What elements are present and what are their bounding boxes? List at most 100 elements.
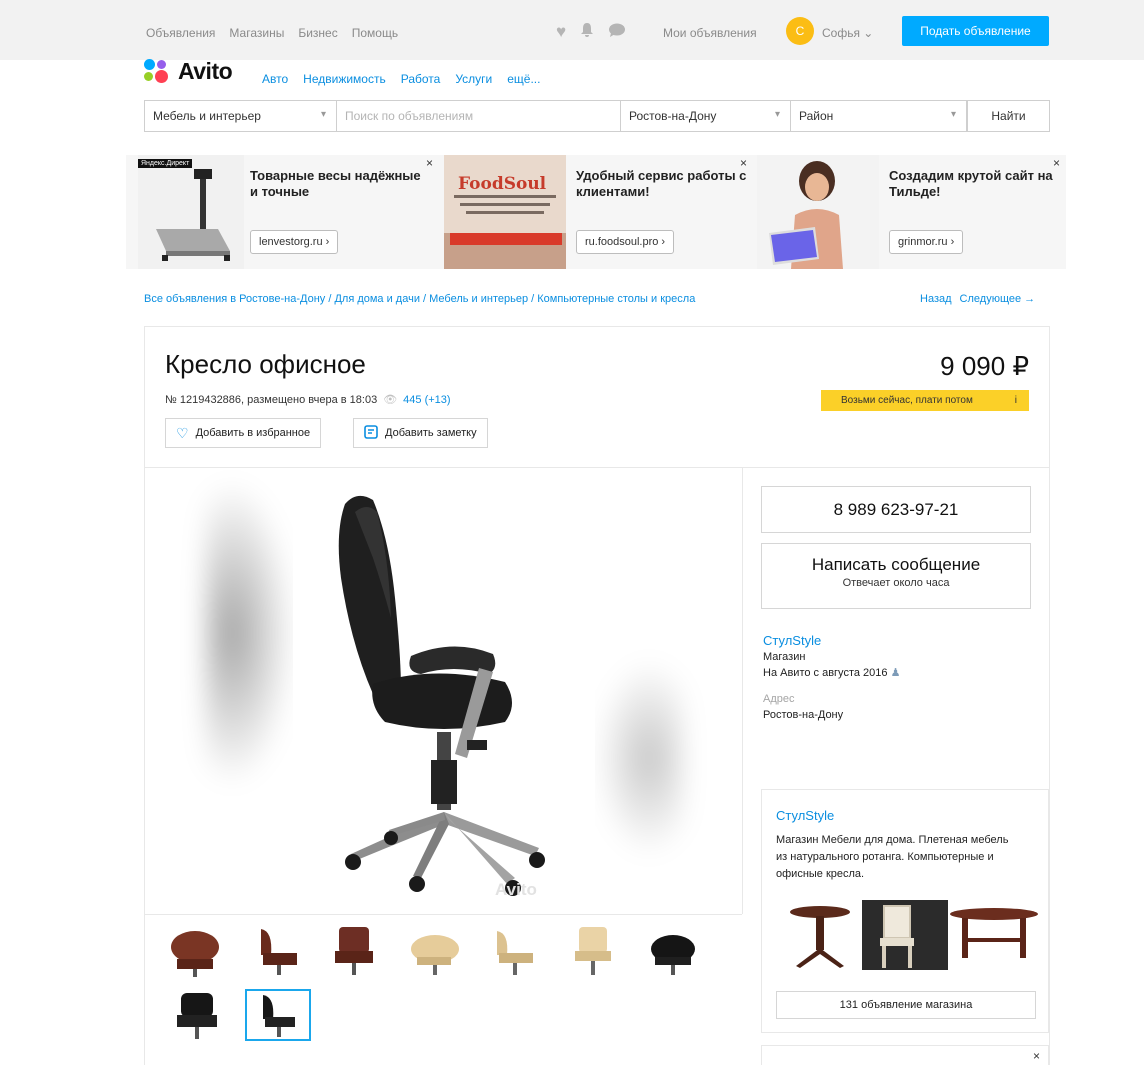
avito-logo[interactable]: Avito (144, 58, 233, 85)
listing-card: Кресло офисное 9 090 ₽ № 1219432886, раз… (144, 326, 1050, 1065)
message-subtitle: Отвечает около часа (842, 577, 950, 589)
close-icon[interactable]: × (1033, 1049, 1040, 1063)
thumbnail[interactable] (165, 989, 231, 1041)
verified-icon: ♟ (890, 667, 901, 679)
heart-outline-icon: ♡ (176, 424, 189, 441)
ad-foodsoul[interactable]: FoodSoul Удобный сервис работы с клиента… (440, 155, 753, 269)
eye-icon: 👁 (383, 394, 398, 406)
cat-auto[interactable]: Авто (262, 72, 288, 86)
ad-link[interactable]: grinmor.ru › (889, 230, 964, 254)
info-icon[interactable]: i (1015, 395, 1017, 406)
ad-title: Товарные весы надёжные и точные (250, 168, 421, 199)
find-button[interactable]: Найти (967, 101, 1049, 131)
divider (145, 914, 742, 915)
add-favorite-button[interactable]: ♡ Добавить в избранное (165, 418, 322, 448)
listing-id-date: № 1219432886, размещено вчера в 18:03 (165, 393, 378, 406)
views-count[interactable]: 445 (+13) (403, 394, 450, 406)
close-icon[interactable]: × (426, 156, 433, 170)
message-title: Написать сообщение (811, 555, 981, 574)
photo-blur-right (595, 658, 685, 858)
user-menu[interactable]: Софья ⌄ (822, 26, 873, 40)
seller-type: Магазин (763, 651, 806, 663)
photo-gallery[interactable]: Avito (145, 468, 742, 914)
seller-name-link[interactable]: СтулStyle (763, 633, 900, 649)
ad-link[interactable]: lenvestorg.ru › (250, 230, 339, 254)
city-select[interactable]: Ростов-на-Дону ▾ (621, 101, 791, 131)
main-photo[interactable] (293, 468, 595, 914)
top-nav-ads[interactable]: Объявления (146, 26, 215, 40)
cat-more[interactable]: ещё... (507, 72, 540, 86)
thumbnail[interactable] (641, 925, 707, 977)
top-nav-business[interactable]: Бизнес (298, 26, 337, 40)
back-link[interactable]: Назад (920, 293, 952, 305)
cat-realty[interactable]: Недвижимость (303, 72, 386, 86)
close-icon[interactable]: × (1053, 156, 1060, 170)
cat-services[interactable]: Услуги (455, 72, 492, 86)
logo-dots-icon (144, 58, 172, 85)
next-link[interactable]: Следующее → (960, 293, 1036, 305)
next-ad-box: × (761, 1045, 1049, 1065)
listing-meta: № 1219432886, размещено вчера в 18:03 👁 … (165, 393, 451, 407)
bnpl-badge[interactable]: Возьми сейчас, плати потом i (821, 390, 1029, 411)
price: 9 090 ₽ (940, 351, 1029, 381)
pager: Назад Следующее → (920, 293, 1035, 305)
thumbnail[interactable] (165, 925, 231, 977)
divider (742, 468, 743, 914)
ad-scales[interactable]: Яндекс.Директ Товарные весы надёжные и т… (126, 155, 439, 269)
shop-card: СтулStyle Магазин Мебели для дома. Плете… (761, 789, 1049, 1033)
chat-icon[interactable] (608, 23, 626, 42)
my-ads-link[interactable]: Мои объявления (663, 26, 757, 40)
phone-button[interactable]: 8 989 623-97-21 (761, 486, 1031, 533)
ad-title: Удобный сервис работы с клиентами! (576, 168, 747, 199)
top-nav-help[interactable]: Помощь (352, 26, 398, 40)
category-select[interactable]: Мебель и интерьер ▾ (145, 101, 337, 131)
message-button[interactable]: Написать сообщение Отвечает около часа (761, 543, 1031, 609)
svg-text:FoodSoul: FoodSoul (458, 174, 547, 194)
seller-since: На Авито с августа 2016 (763, 667, 888, 679)
thumbnail-active[interactable] (245, 989, 311, 1041)
ad-link[interactable]: ru.foodsoul.pro › (576, 230, 675, 254)
thumbnail[interactable] (403, 925, 469, 977)
avito-watermark: Avito (495, 880, 537, 899)
search-bar: Мебель и интерьер ▾ Поиск по объявлениям … (144, 100, 1050, 132)
note-icon (364, 424, 378, 442)
page-title: Кресло офисное (165, 349, 366, 379)
thumbnail[interactable] (323, 925, 389, 977)
ad-image (757, 155, 879, 269)
top-nav: Объявления Магазины Бизнес Помощь (146, 26, 398, 40)
close-icon[interactable]: × (740, 156, 747, 170)
top-bar: Объявления Магазины Бизнес Помощь ♥ Мои … (0, 0, 1144, 60)
thumbnail[interactable] (245, 925, 311, 977)
category-nav: Авто Недвижимость Работа Услуги ещё... (262, 72, 540, 86)
top-nav-shops[interactable]: Магазины (229, 26, 284, 40)
bell-icon[interactable] (580, 22, 594, 42)
shop-ads-button[interactable]: 131 объявление магазина (776, 991, 1036, 1019)
seller-since-row: На Авито с августа 2016 ♟ (763, 665, 900, 681)
cat-jobs[interactable]: Работа (401, 72, 441, 86)
ad-image (138, 155, 244, 269)
shop-images[interactable] (776, 900, 1038, 976)
photo-blur-left (205, 478, 295, 788)
heart-icon[interactable]: ♥ (556, 23, 566, 41)
shop-furniture-image (790, 900, 1038, 970)
logo-text: Avito (178, 58, 233, 84)
address-label: Адрес (763, 693, 795, 705)
breadcrumb[interactable]: Все объявления в Ростове-на-Дону / Для д… (144, 293, 695, 305)
chevron-down-icon: ▾ (774, 109, 780, 120)
add-note-button[interactable]: Добавить заметку (353, 418, 488, 448)
avatar[interactable]: С (786, 17, 814, 45)
thumbnail[interactable] (483, 925, 549, 977)
shop-name-link[interactable]: СтулStyle (776, 808, 834, 823)
post-ad-button[interactable]: Подать объявление (902, 16, 1049, 46)
ad-banner: Яндекс.Директ Товарные весы надёжные и т… (126, 155, 1066, 269)
search-input[interactable]: Поиск по объявлениям (337, 101, 621, 131)
thumbnail[interactable] (561, 925, 627, 977)
ad-tilda[interactable]: Создадим крутой сайт на Тильде! grinmor.… (753, 155, 1066, 269)
seller-info: СтулStyle Магазин На Авито с августа 201… (763, 633, 900, 723)
top-icons: ♥ (556, 22, 626, 42)
ad-image: FoodSoul (444, 155, 566, 269)
ad-title: Создадим крутой сайт на Тильде! (889, 168, 1053, 199)
district-select[interactable]: Район ▾ (791, 101, 967, 131)
ad-badge: Яндекс.Директ (138, 159, 193, 168)
office-chair-image (338, 495, 545, 896)
